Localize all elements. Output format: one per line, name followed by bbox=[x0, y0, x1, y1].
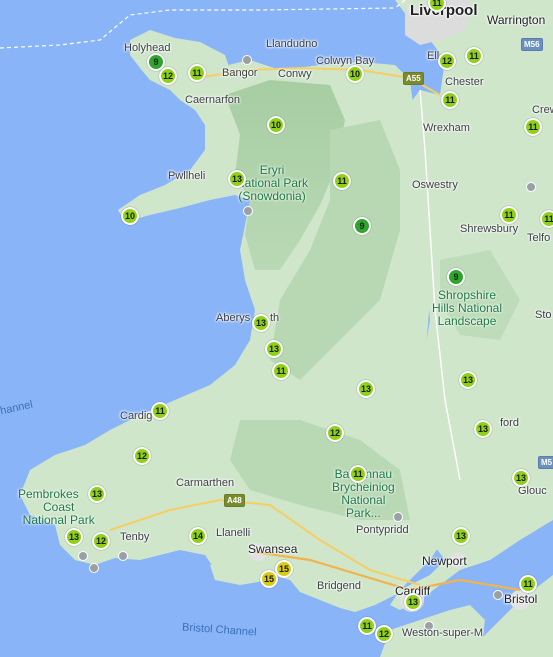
place-conwy: Conwy bbox=[278, 68, 312, 80]
park-bannau-line1b: nnau bbox=[365, 467, 393, 481]
park-pembrokeshire-line1a: Pembrokes bbox=[18, 487, 79, 501]
cluster-marker[interactable]: 11 bbox=[358, 617, 376, 635]
town-dot bbox=[243, 206, 253, 216]
cluster-marker[interactable]: 11 bbox=[349, 465, 367, 483]
park-eryri-line3: (Snowdonia) bbox=[238, 189, 306, 203]
cluster-marker[interactable]: 12 bbox=[326, 424, 344, 442]
map-canvas[interactable]: Liverpool Warrington Holyhead Llandudno … bbox=[0, 0, 553, 657]
cluster-marker[interactable]: 11 bbox=[272, 362, 290, 380]
park-shropshire-hills: Shropshire Hills National Landscape bbox=[432, 289, 502, 328]
cluster-marker[interactable]: 15 bbox=[275, 560, 293, 578]
cluster-marker[interactable]: 13 bbox=[265, 340, 283, 358]
place-stokesay: Sto bbox=[535, 309, 552, 321]
town-dot bbox=[78, 551, 88, 561]
place-colwyn-bay: Colwyn Bay bbox=[316, 55, 375, 67]
place-llanelli: Llanelli bbox=[216, 527, 251, 539]
place-holyhead: Holyhead bbox=[124, 42, 171, 54]
place-hereford: ford bbox=[500, 417, 519, 429]
town-dot bbox=[526, 182, 536, 192]
cluster-marker[interactable]: 12 bbox=[159, 67, 177, 85]
cluster-marker[interactable]: 14 bbox=[189, 527, 207, 545]
town-dot bbox=[493, 590, 503, 600]
place-pwllheli: Pwllheli bbox=[168, 170, 206, 182]
place-oswestry: Oswestry bbox=[412, 179, 458, 191]
place-newport: Newport bbox=[422, 554, 467, 568]
cluster-marker[interactable]: 11 bbox=[188, 64, 206, 82]
place-weston-super-mare: Weston-super-M bbox=[402, 627, 484, 639]
cluster-marker[interactable]: 13 bbox=[474, 420, 492, 438]
cluster-marker[interactable]: 11 bbox=[519, 575, 537, 593]
place-tenby: Tenby bbox=[120, 531, 150, 543]
cluster-marker[interactable]: 11 bbox=[333, 172, 351, 190]
place-warrington: Warrington bbox=[487, 13, 546, 27]
road-shield-m5: M5 bbox=[538, 456, 553, 469]
place-bridgend: Bridgend bbox=[317, 580, 362, 592]
cluster-marker[interactable]: 13 bbox=[452, 527, 470, 545]
place-swansea: Swansea bbox=[248, 542, 298, 556]
cluster-marker[interactable]: 10 bbox=[346, 65, 364, 83]
cluster-marker[interactable]: 12 bbox=[438, 52, 456, 70]
place-aberystwyth: Aberys bbox=[216, 312, 251, 324]
cluster-marker[interactable]: 13 bbox=[88, 485, 106, 503]
place-caernarfon: Caernarfon bbox=[185, 94, 241, 106]
cluster-marker[interactable]: 10 bbox=[267, 116, 285, 134]
cluster-marker[interactable]: 13 bbox=[459, 371, 477, 389]
cluster-marker[interactable]: 15 bbox=[260, 570, 278, 588]
cluster-marker[interactable]: 9 bbox=[447, 268, 465, 286]
place-chester: Chester bbox=[445, 76, 484, 88]
cluster-marker[interactable]: 11 bbox=[151, 402, 169, 420]
park-shropshire-line3: Landscape bbox=[437, 314, 497, 328]
place-wrexham: Wrexham bbox=[423, 122, 470, 134]
place-shrewsbury: Shrewsbury bbox=[460, 223, 519, 235]
place-telford: Telfo bbox=[527, 232, 551, 244]
place-bristol: Bristol bbox=[504, 592, 538, 606]
cluster-marker[interactable]: 11 bbox=[524, 118, 542, 136]
cluster-marker[interactable]: 11 bbox=[540, 210, 553, 228]
place-carmarthen: Carmarthen bbox=[176, 477, 235, 489]
cluster-marker[interactable]: 13 bbox=[228, 170, 246, 188]
cluster-marker[interactable]: 13 bbox=[252, 314, 270, 332]
cluster-marker[interactable]: 13 bbox=[512, 469, 530, 487]
town-dot bbox=[89, 563, 99, 573]
park-eryri: Eryri National Park (Snowdonia) bbox=[236, 164, 308, 203]
park-bannau-line1a: Ba bbox=[334, 467, 350, 481]
cluster-marker[interactable]: 9 bbox=[353, 217, 371, 235]
cluster-marker[interactable]: 13 bbox=[65, 528, 83, 546]
town-dot bbox=[242, 55, 252, 65]
place-crewe: Crew bbox=[532, 104, 553, 116]
cluster-marker[interactable]: 11 bbox=[500, 206, 518, 224]
cluster-marker[interactable]: 10 bbox=[121, 207, 139, 225]
road-shield-a48: A48 bbox=[224, 494, 245, 507]
cluster-marker[interactable]: 11 bbox=[441, 91, 459, 109]
place-llandudno: Llandudno bbox=[266, 38, 318, 50]
cluster-marker[interactable]: 12 bbox=[133, 447, 151, 465]
town-dot bbox=[118, 551, 128, 561]
cluster-marker[interactable]: 13 bbox=[357, 380, 375, 398]
cluster-marker[interactable]: 13 bbox=[404, 593, 422, 611]
park-pembrokeshire-line3: National Park bbox=[22, 513, 95, 527]
park-bannau-line4: Park... bbox=[346, 506, 381, 520]
road-shield-a55: A55 bbox=[403, 72, 424, 85]
place-cardigan: Cardig bbox=[120, 410, 153, 422]
cluster-marker[interactable]: 12 bbox=[92, 532, 110, 550]
place-bangor: Bangor bbox=[222, 67, 258, 79]
road-shield-m56: M56 bbox=[521, 38, 543, 51]
place-pontypridd: Pontypridd bbox=[356, 524, 409, 536]
cluster-marker[interactable]: 12 bbox=[375, 625, 393, 643]
place-aberystwyth-end: th bbox=[270, 312, 280, 324]
cluster-marker[interactable]: 11 bbox=[465, 47, 483, 65]
